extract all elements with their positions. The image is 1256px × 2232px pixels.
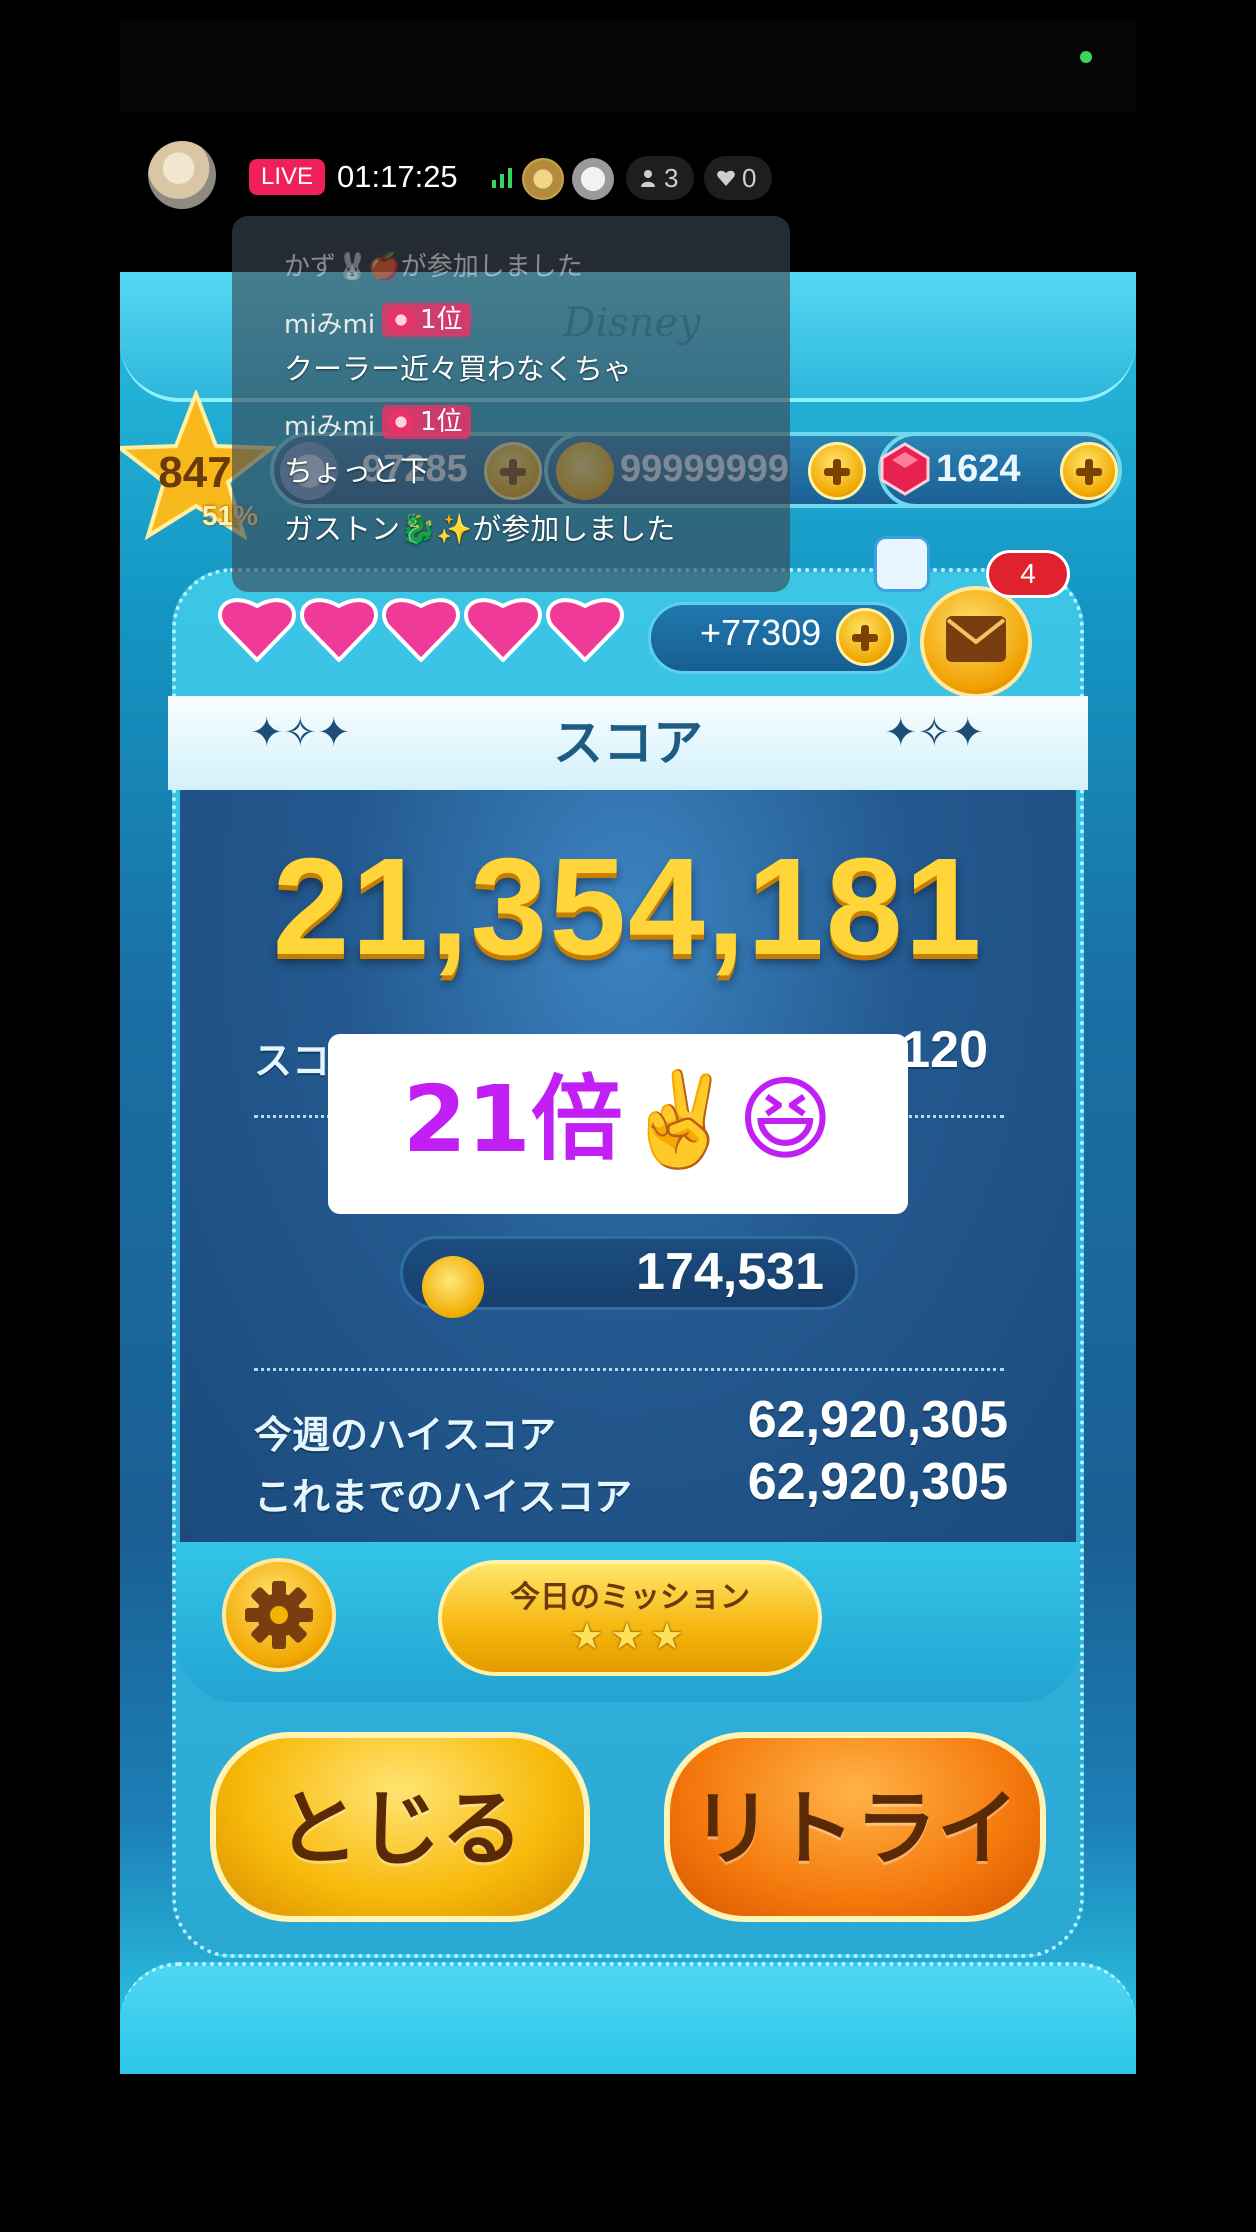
weekly-high-label: 今週のハイスコア xyxy=(254,1413,557,1457)
coin-icon xyxy=(422,1256,484,1318)
heart-icon xyxy=(546,598,624,662)
recording-indicator-icon xyxy=(1080,51,1092,63)
heart-icon xyxy=(300,598,378,662)
live-badge: LIVE xyxy=(249,159,325,195)
gear-icon xyxy=(245,1581,313,1649)
score-row-label: スコ xyxy=(254,1039,331,1083)
guest-avatar[interactable] xyxy=(522,158,564,200)
heart-icon xyxy=(382,598,460,662)
alltime-high-label: これまでのハイスコア xyxy=(254,1475,633,1519)
add-hearts-button[interactable] xyxy=(836,608,894,666)
video-icon[interactable] xyxy=(874,536,930,592)
live-elapsed-time: 01:17:25 xyxy=(337,159,458,194)
chat-message: ちょっと下 xyxy=(284,454,430,488)
caption-text: 21倍✌️😆 xyxy=(402,1066,834,1173)
medal-icon xyxy=(388,409,414,435)
signal-icon xyxy=(492,168,512,188)
chat-message: クーラー近々買わなくちゃ xyxy=(284,352,633,386)
chat-rank-text: 1位 xyxy=(420,305,463,335)
chat-join-notice: ガストン🐉✨が参加しました xyxy=(284,512,676,546)
rubies-value: 1624 xyxy=(936,448,1021,490)
add-rubies-button[interactable] xyxy=(1060,442,1118,500)
mail-icon xyxy=(946,616,1006,662)
final-score: 21,354,181 xyxy=(272,830,984,984)
close-button-label: とじる xyxy=(276,1782,523,1877)
bottom-panel-decor xyxy=(120,1962,1136,2074)
viewer-count[interactable]: 3 xyxy=(626,156,694,200)
chat-rank-badge: 1位 xyxy=(382,405,471,439)
daily-mission-label: 今日のミッション xyxy=(510,1580,750,1615)
heart-icon xyxy=(218,598,296,662)
chat-rank-badge: 1位 xyxy=(382,303,471,337)
like-count-value: 0 xyxy=(742,163,757,193)
alltime-high-value: 62,920,305 xyxy=(747,1453,1008,1511)
chat-username[interactable]: miみmi xyxy=(284,304,375,341)
heart-icon xyxy=(717,170,735,186)
status-strip xyxy=(120,20,1136,112)
host-avatar[interactable] xyxy=(148,141,216,209)
guest-avatar[interactable] xyxy=(572,158,614,200)
medal-icon xyxy=(388,307,414,333)
retry-button-label: リトライ xyxy=(690,1782,1019,1877)
divider xyxy=(254,1368,1004,1371)
mission-stars: ★★★ xyxy=(569,1614,691,1658)
add-coins-button[interactable] xyxy=(808,442,866,500)
coins-earned-value: 174,531 xyxy=(636,1243,824,1301)
heart-bonus-value: +77309 xyxy=(700,612,822,653)
chat-username[interactable]: miみmi xyxy=(284,406,375,443)
mail-count-badge: 4 xyxy=(986,550,1070,598)
chat-join-notice-faded: かず🐰🍎が参加しました xyxy=(284,252,583,282)
person-icon xyxy=(641,170,655,187)
sparkle-icon: ✦✧✦ xyxy=(250,710,351,756)
weekly-high-value: 62,920,305 xyxy=(747,1391,1008,1449)
chat-rank-text: 1位 xyxy=(420,407,463,437)
sparkle-icon: ✦✧✦ xyxy=(884,710,985,756)
settings-button[interactable] xyxy=(222,1558,336,1672)
ruby-icon xyxy=(880,442,930,496)
like-count[interactable]: 0 xyxy=(704,156,772,200)
heart-icon xyxy=(464,598,542,662)
viewer-count-value: 3 xyxy=(664,163,679,193)
